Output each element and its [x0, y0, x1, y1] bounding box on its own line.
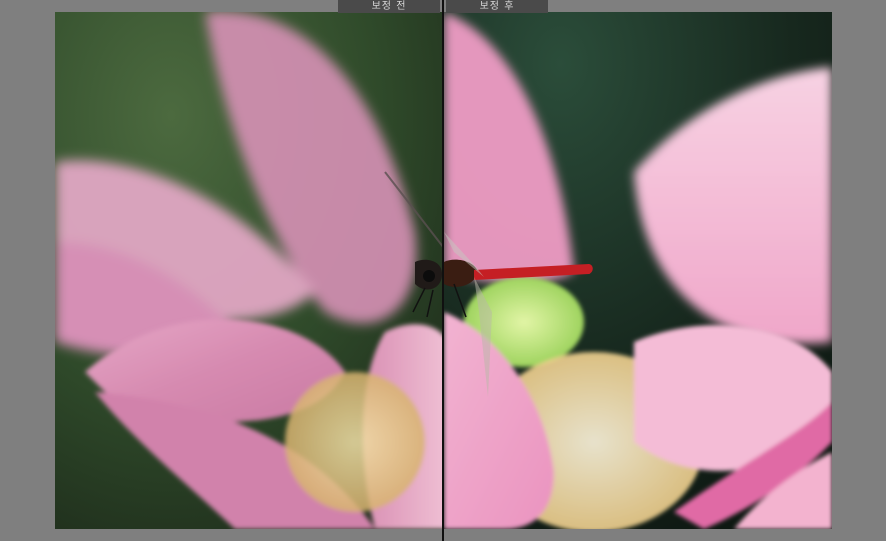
before-photo — [55, 12, 442, 529]
before-label: 보정 전 — [338, 0, 440, 13]
after-label: 보정 후 — [446, 0, 548, 13]
after-photo — [444, 12, 832, 529]
after-photo-image — [444, 12, 832, 529]
compare-divider-handle[interactable] — [442, 0, 444, 541]
before-photo-image — [55, 12, 442, 529]
before-after-compare-view: 보정 전 보정 후 — [0, 0, 886, 541]
